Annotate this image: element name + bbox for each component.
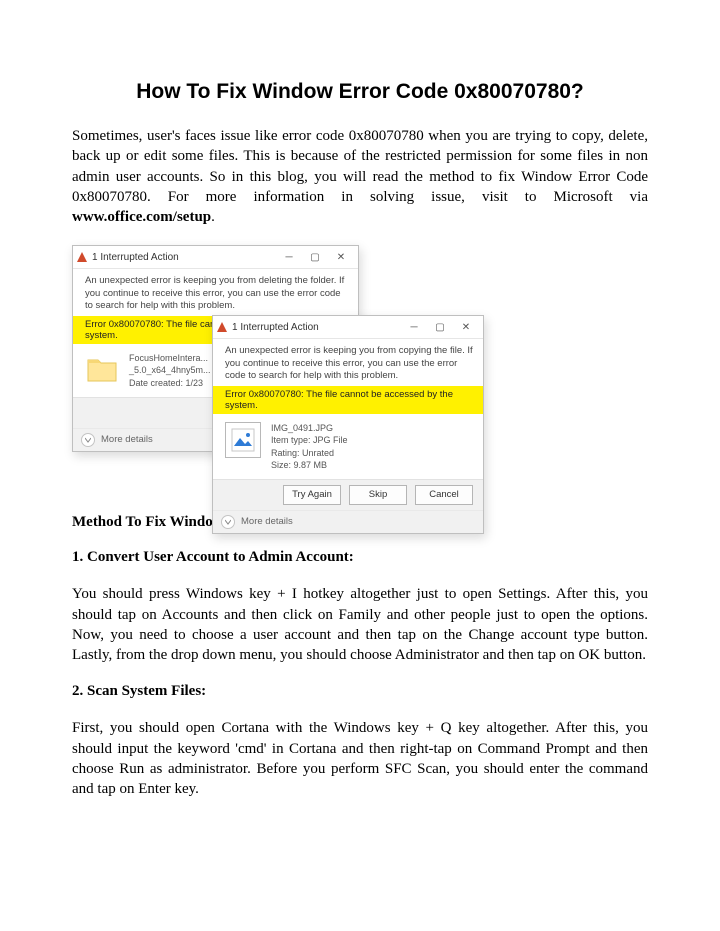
file-line-3: Rating: Unrated <box>271 447 348 459</box>
more-details-row[interactable]: More details <box>213 510 483 533</box>
alert-icon <box>217 322 227 332</box>
intro-text: Sometimes, user's faces issue like error… <box>72 128 648 205</box>
file-line-2: Item type: JPG File <box>271 434 348 446</box>
title-text: 1 Interrupted Action <box>232 322 401 333</box>
file-details: IMG_0491.JPG Item type: JPG File Rating:… <box>213 414 483 479</box>
page-title: How To Fix Window Error Code 0x80070780? <box>72 80 648 104</box>
section-2-body: First, you should open Cortana with the … <box>72 718 648 799</box>
section-1-body: You should press Windows key + I hotkey … <box>72 584 648 665</box>
title-text: 1 Interrupted Action <box>92 252 276 263</box>
file-line-1: FocusHomeIntera... <box>129 352 211 364</box>
dialog-front: 1 Interrupted Action ─ ▢ ✕ An unexpected… <box>212 315 484 534</box>
file-line-1: IMG_0491.JPG <box>271 422 348 434</box>
file-info: IMG_0491.JPG Item type: JPG File Rating:… <box>271 422 348 471</box>
titlebar: 1 Interrupted Action ─ ▢ ✕ <box>213 316 483 339</box>
document-page: How To Fix Window Error Code 0x80070780?… <box>0 0 720 877</box>
skip-button[interactable]: Skip <box>349 485 407 505</box>
error-message: An unexpected error is keeping you from … <box>213 339 483 386</box>
button-row: Try Again Skip Cancel <box>213 479 483 510</box>
setup-link[interactable]: www.office.com/setup <box>72 209 211 225</box>
intro-paragraph: Sometimes, user's faces issue like error… <box>72 126 648 227</box>
try-again-button[interactable]: Try Again <box>283 485 341 505</box>
error-dialog-screenshot: 1 Interrupted Action ─ ▢ ✕ An unexpected… <box>72 245 482 490</box>
chevron-down-icon <box>81 433 95 447</box>
titlebar: 1 Interrupted Action ─ ▢ ✕ <box>73 246 358 269</box>
alert-icon <box>77 252 87 262</box>
chevron-down-icon <box>221 515 235 529</box>
intro-tail: . <box>211 209 215 225</box>
section-2-heading: 2. Scan System Files: <box>72 683 648 700</box>
error-message: An unexpected error is keeping you from … <box>73 269 358 316</box>
maximize-icon[interactable]: ▢ <box>302 246 328 268</box>
file-line-3: Date created: 1/23 <box>129 377 211 389</box>
close-icon[interactable]: ✕ <box>453 316 479 338</box>
cancel-button[interactable]: Cancel <box>415 485 473 505</box>
minimize-icon[interactable]: ─ <box>401 316 427 338</box>
file-line-2: _5.0_x64_4hny5m... <box>129 364 211 376</box>
file-line-4: Size: 9.87 MB <box>271 459 348 471</box>
more-details-label: More details <box>241 516 293 527</box>
maximize-icon[interactable]: ▢ <box>427 316 453 338</box>
section-1-heading: 1. Convert User Account to Admin Account… <box>72 549 648 566</box>
more-details-label: More details <box>101 434 153 445</box>
image-thumb-icon <box>225 422 261 458</box>
error-code-highlight: Error 0x80070780: The file cannot be acc… <box>213 386 483 414</box>
close-icon[interactable]: ✕ <box>328 246 354 268</box>
folder-icon <box>85 352 119 386</box>
file-info: FocusHomeIntera... _5.0_x64_4hny5m... Da… <box>129 352 211 388</box>
minimize-icon[interactable]: ─ <box>276 246 302 268</box>
